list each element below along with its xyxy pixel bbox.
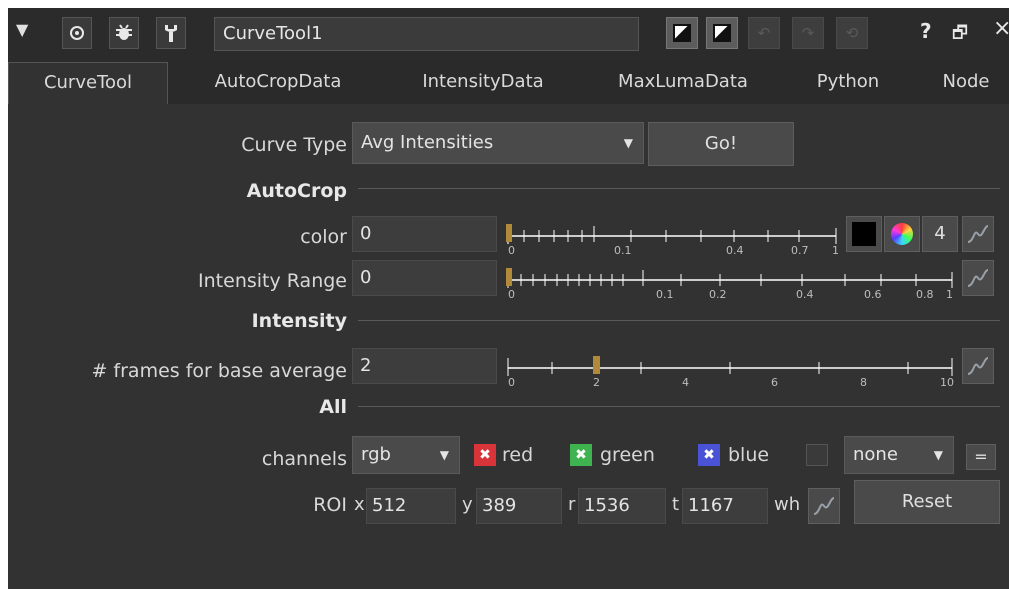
tick-label: 0.1 xyxy=(656,288,674,301)
tick-label: 6 xyxy=(771,376,778,389)
divider xyxy=(358,320,1000,321)
tab-curvetool[interactable]: CurveTool xyxy=(8,62,168,104)
curve-icon[interactable] xyxy=(962,348,994,384)
tick-label: 0 xyxy=(508,288,515,301)
roi-r-field[interactable]: 1536 xyxy=(578,488,666,524)
curve-icon[interactable] xyxy=(962,216,994,252)
float-icon[interactable]: 🗗 xyxy=(952,20,968,49)
frames-label: # frames for base average xyxy=(91,360,347,382)
roi-x-label: x xyxy=(354,494,365,515)
tick-label: 4 xyxy=(682,376,689,389)
tick-label: 2 xyxy=(593,376,600,389)
go-button[interactable]: Go! xyxy=(648,122,794,166)
revert-icon[interactable]: ⟲ xyxy=(836,17,868,49)
target-icon[interactable] xyxy=(62,17,92,49)
color-value-field[interactable]: 0 xyxy=(352,216,497,252)
tab-node[interactable]: Node xyxy=(923,62,1009,104)
roi-t-field[interactable]: 1167 xyxy=(682,488,768,524)
color-wheel-icon[interactable] xyxy=(884,216,920,252)
tab-intensitydata[interactable]: IntensityData xyxy=(393,62,573,104)
red-checkbox[interactable]: ✖ xyxy=(474,444,496,466)
roi-label: ROI xyxy=(313,494,347,516)
green-checkbox[interactable]: ✖ xyxy=(570,444,592,466)
tab-maxlumadata[interactable]: MaxLumaData xyxy=(593,62,773,104)
chevron-down-icon: ▼ xyxy=(623,136,633,150)
reset-button[interactable]: Reset xyxy=(854,480,1000,524)
wrench-icon[interactable] xyxy=(156,17,186,49)
red-label: red xyxy=(502,444,534,466)
bug-icon[interactable] xyxy=(109,17,139,49)
tab-bar: CurveTool AutoCropData IntensityData Max… xyxy=(8,62,1009,104)
redo-icon[interactable]: ↷ xyxy=(792,17,824,49)
roi-y-label: y xyxy=(462,494,473,515)
tab-autocropdata[interactable]: AutoCropData xyxy=(178,62,378,104)
channels-label: channels xyxy=(261,448,347,470)
intensity-header: Intensity xyxy=(251,310,347,332)
green-label: green xyxy=(600,444,655,466)
all-header: All xyxy=(319,396,347,418)
tab-python[interactable]: Python xyxy=(793,62,903,104)
divider xyxy=(358,406,1000,407)
curve-icon[interactable] xyxy=(962,260,994,296)
curve-icon[interactable] xyxy=(808,488,840,524)
autocrop-header: AutoCrop xyxy=(246,180,347,202)
close-icon[interactable]: × xyxy=(993,16,1009,41)
alpha-channel-dropdown[interactable]: none ▼ xyxy=(844,436,954,474)
tick-label: 1 xyxy=(946,288,953,301)
roi-x-field[interactable]: 512 xyxy=(366,488,456,524)
divider xyxy=(358,188,1000,189)
help-icon[interactable]: ? xyxy=(920,19,932,43)
node-name-field[interactable]: CurveTool1 xyxy=(214,17,639,51)
tick-label: 0 xyxy=(508,376,515,389)
contrast-icon[interactable] xyxy=(706,17,738,49)
roi-wh-toggle[interactable]: wh xyxy=(774,494,800,515)
title-bar: ▼ CurveTool1 ↶ ↷ ⟲ ? 🗗 × xyxy=(8,8,1009,62)
tick-label: 0.2 xyxy=(709,288,727,301)
blue-checkbox[interactable]: ✖ xyxy=(698,444,720,466)
frames-slider[interactable]: 0 2 4 6 8 10 xyxy=(506,344,958,389)
undo-icon[interactable]: ↶ xyxy=(748,17,780,49)
intensity-range-label: Intensity Range xyxy=(198,270,347,292)
equals-button[interactable]: = xyxy=(966,444,996,470)
channels-value: rgb xyxy=(361,444,391,465)
node-properties-panel: ▼ CurveTool1 ↶ ↷ ⟲ ? 🗗 × CurveTool AutoC… xyxy=(8,8,1009,589)
chevron-down-icon: ▼ xyxy=(439,448,449,462)
color-label: color xyxy=(300,226,347,248)
chevron-down-icon: ▼ xyxy=(933,448,943,462)
color-slider[interactable]: 0 0.1 0.4 0.7 1 xyxy=(506,212,842,257)
curve-type-value: Avg Intensities xyxy=(361,132,494,153)
intensity-range-field[interactable]: 0 xyxy=(352,260,497,296)
tick-label: 0.8 xyxy=(916,288,934,301)
contrast-icon[interactable] xyxy=(666,17,698,49)
alpha-checkbox[interactable] xyxy=(806,444,828,466)
blue-label: blue xyxy=(728,444,770,466)
tick-label: 8 xyxy=(860,376,867,389)
roi-t-label: t xyxy=(672,494,680,515)
eyedropper-swatch-icon[interactable] xyxy=(846,216,882,252)
curve-type-label: Curve Type xyxy=(241,134,347,156)
tick-label: 10 xyxy=(940,376,954,389)
channels-dropdown[interactable]: rgb ▼ xyxy=(352,436,460,474)
tick-label: 0.6 xyxy=(864,288,882,301)
channel-count-button[interactable]: 4 xyxy=(922,216,958,252)
intensity-range-slider[interactable]: 0 0.1 0.2 0.4 0.6 0.8 1 xyxy=(506,256,958,301)
tick-label: 0.4 xyxy=(796,288,814,301)
roi-y-field[interactable]: 389 xyxy=(476,488,562,524)
collapse-triangle-icon[interactable]: ▼ xyxy=(16,20,28,39)
curve-type-dropdown[interactable]: Avg Intensities ▼ xyxy=(352,122,644,164)
alpha-channel-value: none xyxy=(853,444,898,465)
roi-r-label: r xyxy=(568,494,576,515)
frames-field[interactable]: 2 xyxy=(352,348,497,384)
